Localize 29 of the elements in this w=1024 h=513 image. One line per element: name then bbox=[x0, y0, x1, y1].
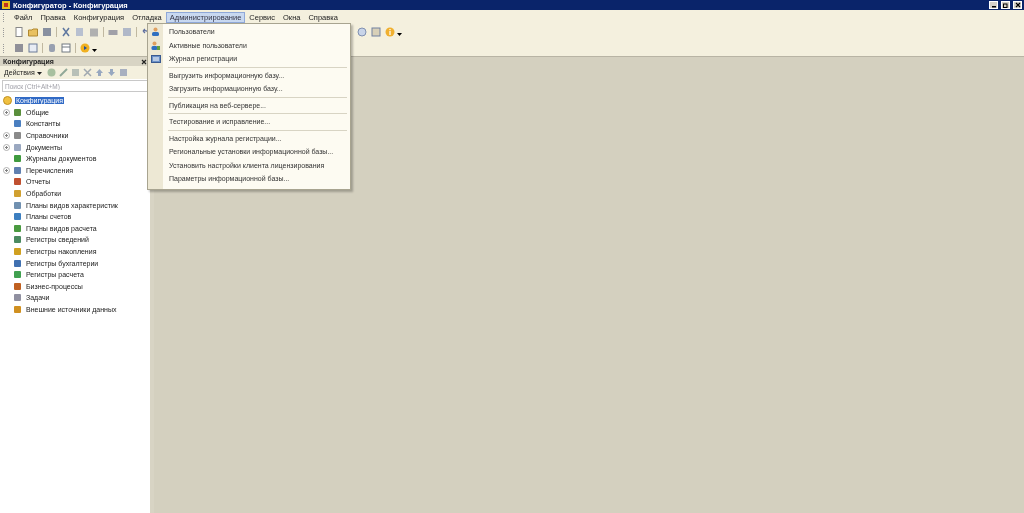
log-icon bbox=[150, 54, 161, 63]
scissors-icon[interactable] bbox=[61, 27, 71, 37]
restore-icon bbox=[1002, 2, 1009, 8]
up-arrow-icon[interactable] bbox=[94, 68, 104, 77]
expand-icon[interactable] bbox=[3, 166, 10, 174]
delete-icon[interactable] bbox=[82, 68, 92, 77]
down-arrow-icon[interactable] bbox=[106, 68, 116, 77]
app-icon bbox=[2, 1, 10, 9]
close-icon bbox=[1014, 2, 1021, 8]
add-icon[interactable] bbox=[46, 68, 56, 77]
close-icon[interactable] bbox=[141, 58, 147, 65]
minimize-button[interactable] bbox=[989, 1, 998, 9]
folder-icon[interactable] bbox=[28, 27, 38, 37]
restore-button[interactable] bbox=[1001, 1, 1010, 9]
table-icon[interactable] bbox=[61, 43, 71, 53]
user-icon bbox=[151, 27, 160, 37]
play-icon[interactable] bbox=[80, 43, 90, 53]
window-icon[interactable] bbox=[28, 43, 38, 53]
expand-icon[interactable] bbox=[3, 108, 10, 116]
circle-icon bbox=[3, 96, 12, 106]
expand-icon[interactable] bbox=[3, 143, 10, 151]
round-icon[interactable] bbox=[357, 27, 367, 37]
users-icon bbox=[151, 40, 160, 50]
caret-icon[interactable] bbox=[397, 33, 402, 36]
close-button[interactable] bbox=[1013, 1, 1022, 9]
expand-icon[interactable] bbox=[3, 132, 10, 140]
pencil-icon[interactable] bbox=[58, 68, 68, 77]
caret-icon[interactable] bbox=[92, 49, 97, 52]
caret-icon bbox=[36, 72, 42, 75]
